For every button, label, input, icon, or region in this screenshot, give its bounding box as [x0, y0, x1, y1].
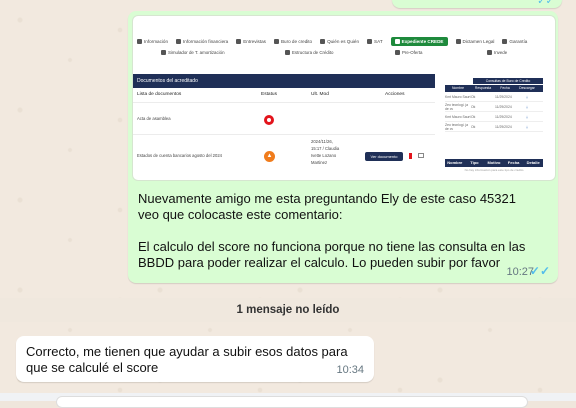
status-warning-icon: ▲: [264, 151, 275, 162]
previous-message-bubble[interactable]: ✓✓: [392, 0, 562, 8]
unread-banner: 1 mensaje no leído: [0, 298, 576, 322]
gavel-icon: [455, 38, 461, 44]
message-time: 10:34: [336, 364, 364, 376]
view-document-button: Ver documento: [365, 152, 403, 161]
message-text-line: El calculo del score no funciona porque …: [138, 239, 526, 254]
nav-item-dictamen: Dictamen Legal: [455, 38, 494, 44]
sat-icon: [367, 38, 373, 44]
delete-icon: [409, 153, 412, 159]
modified-line: 15:17 / Claudia: [311, 146, 340, 151]
divider: [133, 134, 435, 135]
download-icon: ⤓: [526, 94, 528, 99]
message-text-line: Nuevamente amigo me esta preguntando Ely…: [138, 191, 516, 206]
modified-line: Ivette Lozano: [311, 153, 337, 158]
col-status: Estatus: [261, 92, 277, 97]
nav-item-estructura: Estructura de Crédito: [285, 50, 334, 55]
download-icon: ⤓: [526, 114, 528, 119]
attached-screenshot[interactable]: Información Información financiera Entre…: [132, 15, 556, 181]
document-name: Acta de asamblea: [137, 116, 171, 121]
status-missing-icon: [264, 115, 274, 125]
nav-item-preoferta: Pre-Oferta: [395, 50, 423, 55]
credit-row: Zeo tecnlogi. ja de cv Ok 11/29/2024 ⤓: [445, 102, 543, 112]
col-documents: Lista de documentos: [137, 92, 182, 97]
credit-row: Zeo tecnlogi. ja de cv Ok 11/29/2024 ⤓: [445, 122, 543, 132]
arrows-icon: [320, 38, 326, 44]
nav-item-buro: Buro de credito: [273, 38, 312, 44]
modified-line: 2024/11/26,: [311, 139, 333, 144]
nav-item-informacion: Información: [137, 38, 168, 44]
nav-item-sat: SAT: [367, 38, 383, 44]
credit-table-header: Nombre Respuesta Fecha Descargar Excel: [445, 85, 543, 97]
globe-icon: [273, 38, 279, 44]
calc-icon: [161, 50, 166, 55]
folder-icon: [394, 38, 400, 44]
document-name: Estados de cuenta bancarios agosto del 2…: [137, 153, 222, 158]
screenshot-nav-row1: Información Información financiera Entre…: [133, 34, 555, 48]
col-actions: Acciones: [385, 92, 405, 97]
structure-icon: [285, 50, 290, 55]
message-text-line: que se calculé el score: [26, 360, 159, 375]
people-icon: [236, 38, 242, 44]
message-text-line: Correcto, me tienen que ayudar a subir e…: [26, 344, 348, 359]
incoming-message-bubble[interactable]: Correcto, me tienen que ayudar a subir e…: [16, 336, 374, 382]
divider: [133, 102, 435, 103]
modified-line: Martinez: [311, 160, 328, 165]
nav-item-simulador: Simulador de T. amortización: [161, 50, 225, 55]
col-modified: Ult. Mod: [311, 92, 329, 97]
finance-icon: [176, 38, 182, 44]
nav-item-expediente: Expediente CREDE: [390, 36, 448, 46]
nav-item-garantia: Garantía: [502, 38, 527, 44]
nav-item-quien: Quién es Quién: [320, 38, 359, 44]
message-text-line: BBDD para poder realizar el calculo. Lo …: [138, 255, 501, 270]
nav-item-entrevistas: Entrevistas: [236, 38, 266, 44]
documents-header: Documentos del acreditado: [133, 74, 435, 88]
double-check-icon: ✓✓: [529, 264, 550, 278]
credit-bureau-table: Consultas de Buro de Credito Nombre Resp…: [445, 78, 543, 136]
credit-detail-header: Nombre Tipo Motivo Fecha Detalle: [445, 159, 543, 167]
outgoing-message-bubble[interactable]: Información Información financiera Entre…: [128, 11, 558, 283]
credit-detail-table: Nombre Tipo Motivo Fecha Detalle No hay …: [445, 159, 543, 172]
credit-row: Kmt Mauro Saurt Ok 11/29/2024 ⤓: [445, 112, 543, 122]
nav-item-invede: Invede: [487, 50, 507, 55]
bank-icon: [502, 38, 508, 44]
no-data-text: No hay información para este tipo de cré…: [464, 168, 524, 172]
download-icon: ⤓: [526, 104, 528, 109]
comment-icon: [418, 153, 424, 158]
nav-item-financiera: Información financiera: [176, 38, 228, 44]
info-icon: [137, 38, 142, 44]
doc-icon: [395, 50, 400, 55]
message-text-line: veo que colocaste este comentario:: [138, 207, 343, 222]
double-check-icon: ✓✓: [537, 0, 554, 7]
screenshot-nav-row2: Simulador de T. amortización Estructura …: [133, 50, 555, 60]
credit-table-title: Consultas de Buro de Credito: [473, 78, 543, 84]
message-input[interactable]: [56, 396, 528, 408]
shield-icon: [487, 50, 492, 55]
download-icon: ⤓: [526, 124, 528, 129]
